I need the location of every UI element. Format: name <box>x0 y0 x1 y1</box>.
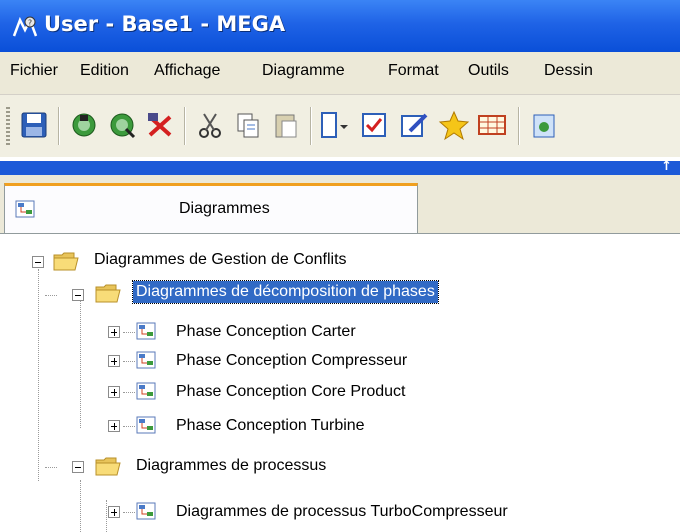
tree-connector <box>123 426 135 427</box>
toolbar-separator <box>58 107 60 145</box>
tree-node-group[interactable]: Diagrammes de processus <box>136 456 326 476</box>
expand-toggle[interactable] <box>108 326 120 338</box>
diagram-icon <box>136 502 156 520</box>
tree-connector <box>123 392 135 393</box>
expand-toggle[interactable] <box>108 420 120 432</box>
panel-header: ↑ <box>0 159 680 175</box>
tree-node-root[interactable]: Diagrammes de Gestion de Conflits <box>94 250 347 270</box>
delete-icon[interactable] <box>144 109 176 141</box>
tab-strip: Diagrammes <box>0 175 680 234</box>
toolbar-grip[interactable] <box>6 107 10 147</box>
favorite-icon[interactable] <box>438 109 470 141</box>
save-icon[interactable] <box>18 109 50 141</box>
tree-connector <box>80 300 81 428</box>
collapse-toggle[interactable] <box>72 461 84 473</box>
toolbar-separator <box>518 107 520 145</box>
copy-icon[interactable] <box>232 109 264 141</box>
expand-toggle[interactable] <box>108 506 120 518</box>
tree-node-item[interactable]: Diagrammes de processus TurboCompresseur <box>176 502 508 522</box>
menu-fichier[interactable]: Fichier <box>10 62 58 80</box>
browse-alt-icon[interactable] <box>106 109 138 141</box>
toolbar <box>0 95 680 157</box>
tree-connector <box>45 295 57 296</box>
tree-node-item[interactable]: Phase Conception Compresseur <box>176 351 407 371</box>
menu-diagramme[interactable]: Diagramme <box>262 62 345 80</box>
expand-toggle[interactable] <box>108 355 120 367</box>
tree-node-item[interactable]: Phase Conception Turbine <box>176 416 365 436</box>
tree-connector <box>38 269 39 481</box>
browse-icon[interactable] <box>68 109 100 141</box>
folder-open-icon <box>95 457 121 476</box>
menu-dessin[interactable]: Dessin <box>544 62 593 80</box>
refresh-icon[interactable] <box>528 109 560 141</box>
cut-icon[interactable] <box>194 109 226 141</box>
window-title: User - Base1 - MEGA <box>44 12 286 36</box>
menu-edition[interactable]: Edition <box>80 62 129 80</box>
tab-diagrammes[interactable]: Diagrammes <box>4 183 418 233</box>
collapse-toggle[interactable] <box>32 256 44 268</box>
check-icon[interactable] <box>358 109 390 141</box>
object-menu-icon[interactable] <box>318 109 350 141</box>
toolbar-separator <box>310 107 312 145</box>
edit-icon[interactable] <box>398 109 430 141</box>
collapse-toggle[interactable] <box>72 289 84 301</box>
tree-connector <box>123 512 135 513</box>
paste-icon[interactable] <box>270 109 302 141</box>
tree-connector <box>123 332 135 333</box>
mega-app-icon[interactable]: ? <box>12 14 38 38</box>
folder-open-icon <box>53 252 79 271</box>
tree-connector <box>123 361 135 362</box>
diagram-icon <box>136 351 156 369</box>
svg-text:?: ? <box>28 19 32 28</box>
tree-connector <box>80 480 81 532</box>
tree-node-group-selected[interactable]: Diagrammes de décomposition de phases <box>132 280 439 304</box>
expand-toggle[interactable] <box>108 386 120 398</box>
diagram-tree: Diagrammes de Gestion de Conflits Diagra… <box>0 234 680 532</box>
folder-open-icon <box>95 284 121 303</box>
diagram-icon <box>15 200 35 218</box>
menu-outils[interactable]: Outils <box>468 62 509 80</box>
tree-connector <box>45 467 57 468</box>
table-icon[interactable] <box>476 109 508 141</box>
menu-format[interactable]: Format <box>388 62 439 80</box>
tree-node-item[interactable]: Phase Conception Carter <box>176 322 356 342</box>
diagram-icon <box>136 322 156 340</box>
diagram-icon <box>136 416 156 434</box>
menu-bar: Fichier Edition Affichage Diagramme Form… <box>0 52 680 95</box>
pin-icon[interactable]: ↑ <box>661 159 672 174</box>
diagram-icon <box>136 382 156 400</box>
tree-connector <box>106 500 107 532</box>
toolbar-separator <box>184 107 186 145</box>
title-bar: ? User - Base1 - MEGA <box>0 0 680 52</box>
tree-node-item[interactable]: Phase Conception Core Product <box>176 382 405 402</box>
menu-affichage[interactable]: Affichage <box>154 62 220 80</box>
tab-label: Diagrammes <box>179 200 270 217</box>
